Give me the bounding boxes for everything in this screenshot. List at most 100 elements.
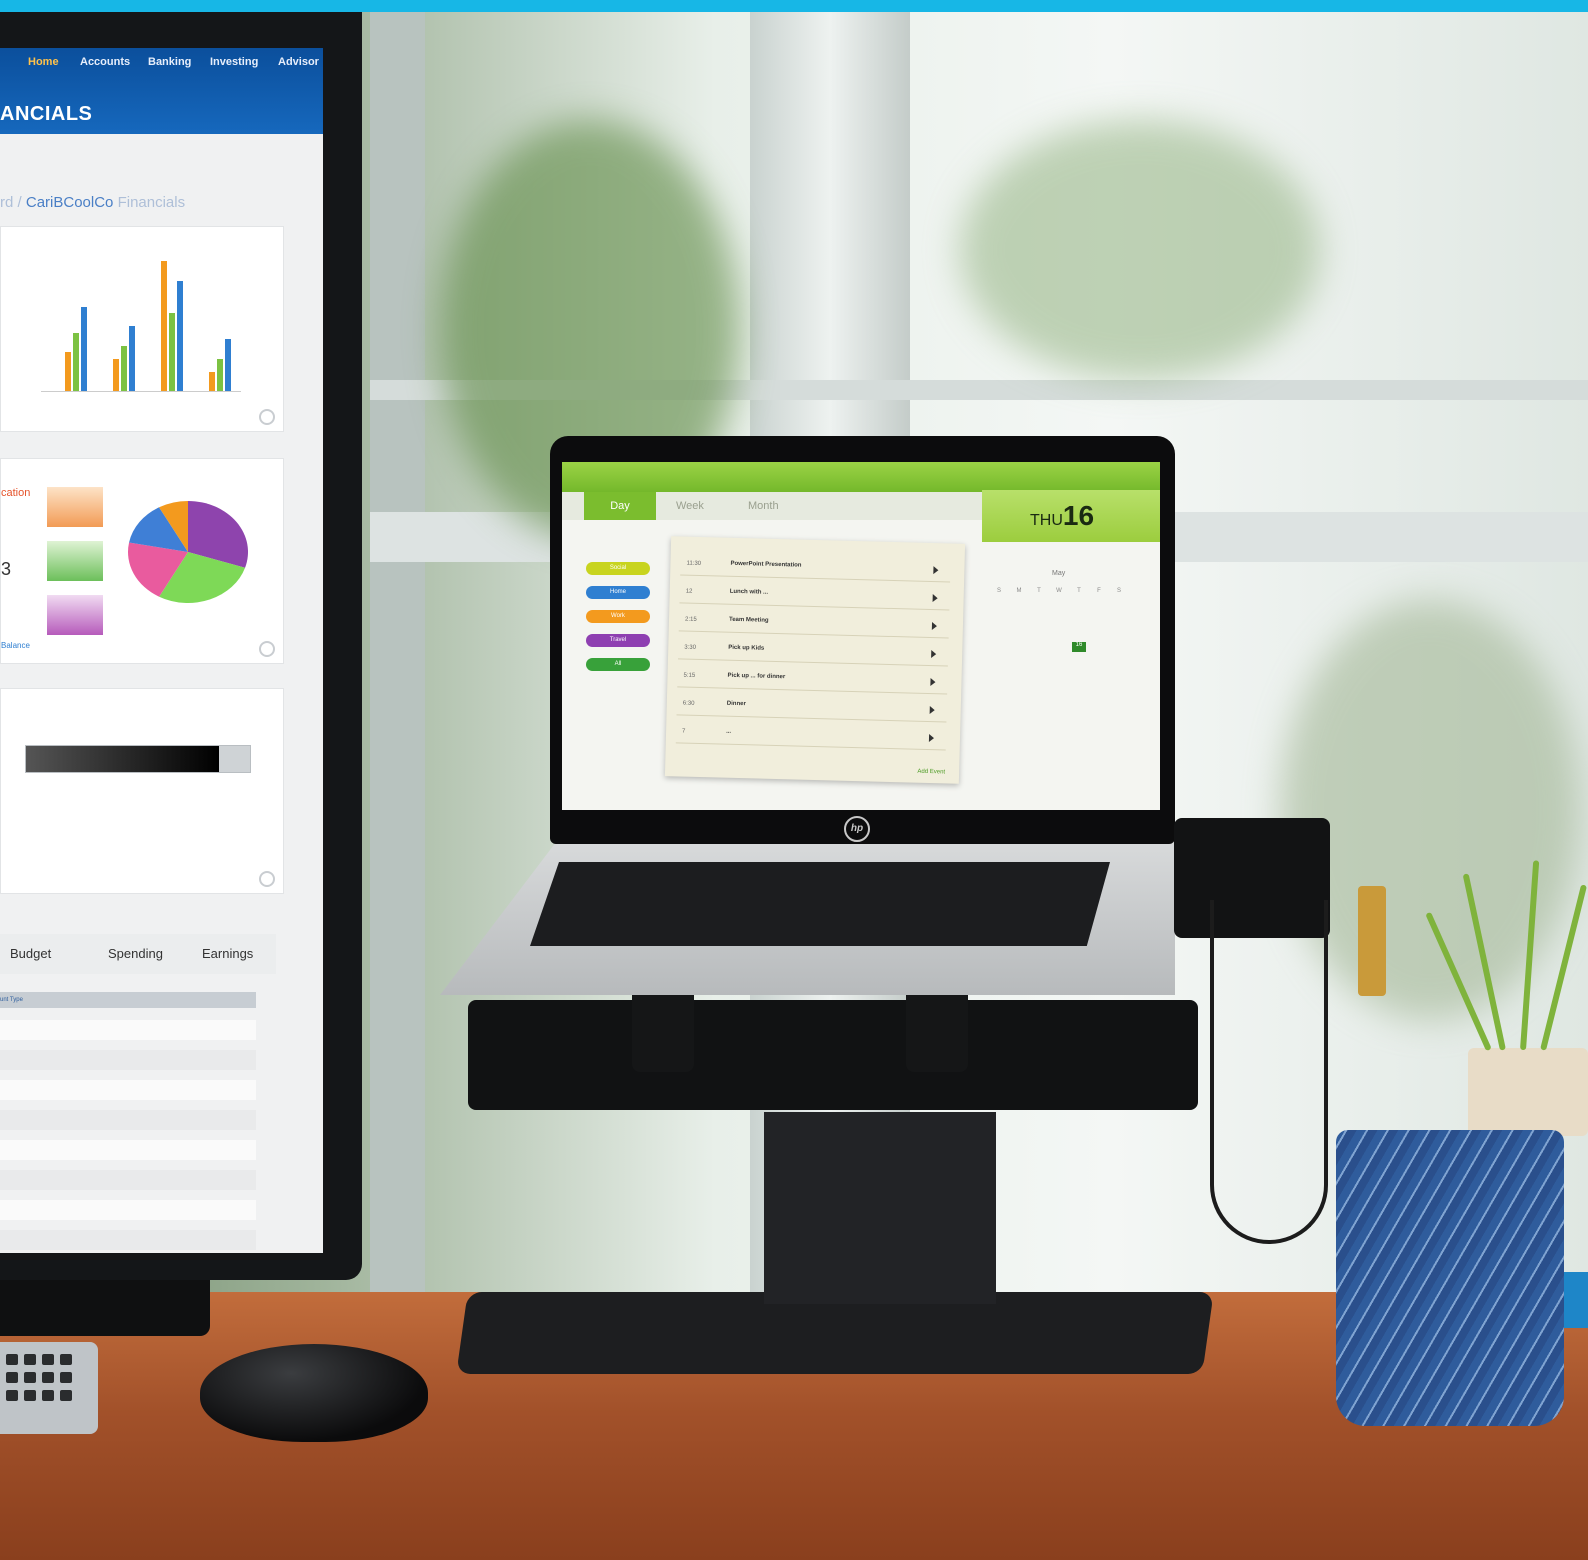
chart-bar bbox=[73, 332, 79, 391]
breadcrumb: rd / CariBCoolCo Financials bbox=[0, 194, 185, 211]
tab-budget[interactable]: Budget bbox=[10, 946, 51, 961]
keyboard-key bbox=[60, 1372, 72, 1383]
laptop-stand-base bbox=[456, 1292, 1214, 1374]
event-title: Pick up Kids bbox=[728, 644, 765, 652]
table-row[interactable] bbox=[0, 1200, 256, 1220]
arrow-right-icon bbox=[928, 734, 935, 743]
arrow-right-icon bbox=[933, 566, 939, 575]
event-title: PowerPoint Presentation bbox=[730, 560, 802, 569]
breadcrumb-tail: Financials bbox=[117, 194, 186, 211]
balance-link[interactable]: Balance bbox=[1, 641, 30, 650]
weekday-letter: S bbox=[996, 588, 1001, 594]
agenda-event[interactable]: 2:15 Team Meeting bbox=[678, 610, 950, 639]
tab-spending[interactable]: Spending bbox=[108, 946, 163, 961]
event-time: 3:30 bbox=[684, 644, 697, 651]
hp-logo: hp bbox=[844, 816, 870, 842]
agenda-event[interactable]: 3:30 Pick up Kids bbox=[677, 638, 949, 667]
allocation-label: cation bbox=[1, 487, 31, 499]
agenda-event[interactable]: 7... bbox=[675, 722, 947, 751]
tab-month[interactable]: Month bbox=[748, 500, 779, 512]
event-title: Dinner bbox=[726, 700, 746, 708]
chart-bar bbox=[169, 313, 175, 391]
settings-gear-icon[interactable] bbox=[259, 641, 275, 657]
tab-earnings[interactable]: Earnings bbox=[202, 946, 253, 961]
pie-chart bbox=[127, 501, 248, 603]
arrow-right-icon bbox=[929, 706, 935, 715]
finance-nav-bar: Home Accounts Banking Investing Advisor … bbox=[0, 48, 323, 134]
nav-home[interactable]: Home bbox=[28, 56, 59, 68]
weekday-letter: T bbox=[1077, 588, 1081, 594]
table-row[interactable] bbox=[0, 1170, 256, 1190]
tab-day[interactable]: Day bbox=[584, 492, 656, 520]
arrow-right-icon bbox=[931, 622, 938, 631]
chart-bar bbox=[81, 306, 87, 391]
bar-chart bbox=[41, 251, 241, 392]
chart-bar bbox=[177, 280, 183, 391]
event-time: 12 bbox=[685, 588, 693, 595]
keyboard-key bbox=[60, 1354, 72, 1365]
breadcrumb-prefix: rd / bbox=[0, 194, 22, 211]
category-work[interactable]: Work bbox=[586, 610, 650, 623]
mini-area-chart bbox=[47, 487, 103, 527]
event-title: ... bbox=[726, 728, 732, 735]
chart-bar bbox=[225, 339, 231, 391]
chart-bar bbox=[129, 326, 135, 391]
category-home[interactable]: Home bbox=[586, 586, 650, 599]
category-social[interactable]: Social bbox=[586, 562, 650, 575]
event-time: 2:15 bbox=[684, 616, 697, 623]
table-row[interactable] bbox=[0, 1020, 256, 1040]
laptop-stand-plate bbox=[468, 1000, 1198, 1110]
table-row[interactable] bbox=[0, 1140, 256, 1160]
table-header: unt Type bbox=[0, 992, 256, 1008]
monitor-stand bbox=[0, 1280, 210, 1336]
weekday-letter: M bbox=[1016, 588, 1022, 594]
mini-calendar-today[interactable]: 16 bbox=[1072, 642, 1086, 652]
monitor-screen: Home Accounts Banking Investing Advisor … bbox=[0, 48, 323, 1253]
event-time: 11:30 bbox=[686, 560, 702, 567]
table-row[interactable] bbox=[0, 1230, 256, 1250]
add-event-link[interactable]: Add Event bbox=[917, 769, 945, 776]
event-title: Lunch with ... bbox=[729, 588, 769, 596]
weekday-letter: W bbox=[1056, 588, 1062, 594]
weekday-letter: F bbox=[1097, 588, 1101, 594]
category-all[interactable]: All bbox=[586, 658, 650, 671]
breadcrumb-link[interactable]: CariBCoolCo bbox=[26, 194, 114, 211]
agenda-event[interactable]: 12 Lunch with ... bbox=[679, 582, 950, 611]
table-row[interactable] bbox=[0, 1050, 256, 1070]
event-time: 7 bbox=[682, 728, 686, 735]
weekday-letter: S bbox=[1116, 588, 1121, 594]
agenda-event[interactable]: 6:30 Dinner bbox=[676, 694, 947, 723]
laptop-keyboard bbox=[530, 862, 1110, 946]
agenda-notepad: 11:30 PowerPoint Presentation 12 Lunch wit… bbox=[664, 536, 966, 784]
keyboard-key bbox=[6, 1354, 18, 1365]
nav-investing[interactable]: Investing bbox=[210, 56, 258, 68]
agenda-event[interactable]: 5:15 Pick up ... for dinner bbox=[677, 666, 948, 695]
value-fragment: 3 bbox=[1, 559, 12, 579]
nav-advisor[interactable]: Advisor bbox=[278, 56, 319, 68]
blue-coffee-mug bbox=[1336, 1130, 1564, 1426]
chart-bar bbox=[161, 261, 167, 391]
chart-bar bbox=[209, 371, 215, 391]
progress-fill bbox=[26, 746, 219, 772]
laptop-stand-column bbox=[764, 1112, 996, 1304]
table-row[interactable] bbox=[0, 1110, 256, 1130]
keyboard-key bbox=[42, 1372, 54, 1383]
table-row[interactable] bbox=[0, 1080, 256, 1100]
settings-gear-icon[interactable] bbox=[259, 871, 275, 887]
current-date: THU16 bbox=[1030, 500, 1094, 532]
category-travel[interactable]: Travel bbox=[586, 634, 650, 647]
agenda-event[interactable]: 11:30 PowerPoint Presentation bbox=[680, 554, 951, 583]
chart-bar bbox=[217, 358, 223, 391]
computer-mouse bbox=[200, 1344, 428, 1442]
progress-card bbox=[0, 688, 284, 894]
tab-week[interactable]: Week bbox=[676, 500, 704, 512]
mini-area-chart bbox=[47, 541, 103, 581]
settings-gear-icon[interactable] bbox=[259, 409, 275, 425]
keyboard-key bbox=[6, 1390, 18, 1401]
top-accent-bar bbox=[0, 0, 1588, 12]
keyboard-key bbox=[42, 1354, 54, 1365]
nav-banking[interactable]: Banking bbox=[148, 56, 191, 68]
nav-accounts[interactable]: Accounts bbox=[80, 56, 130, 68]
security-cable bbox=[1210, 900, 1328, 1244]
chart-bar bbox=[113, 358, 119, 391]
